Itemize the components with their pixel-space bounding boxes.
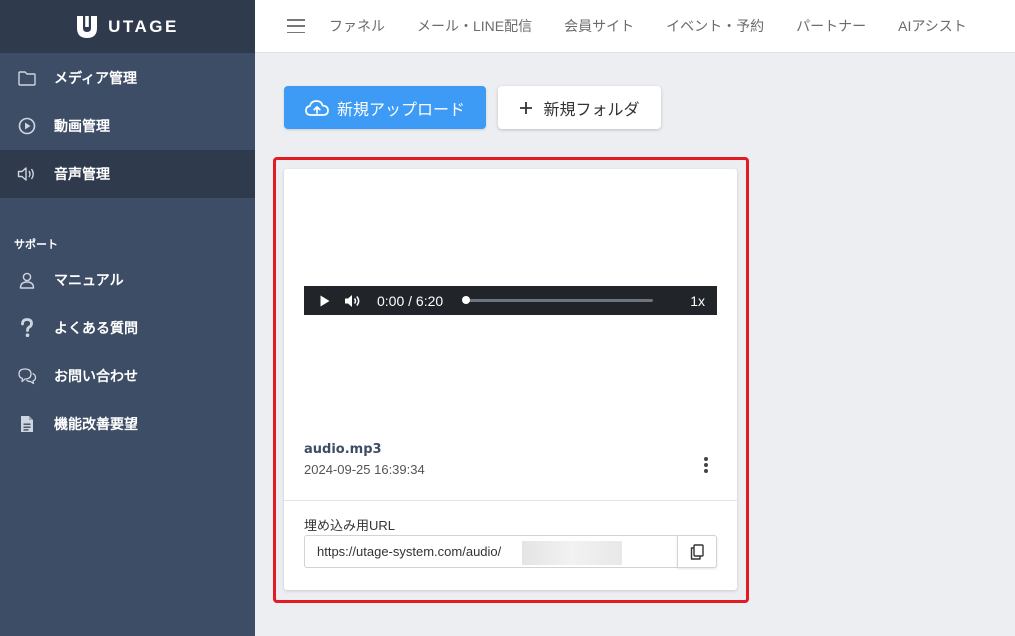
playback-speed[interactable]: 1x <box>690 293 705 309</box>
user-icon <box>16 269 38 291</box>
new-upload-label: 新規アップロード <box>336 99 465 119</box>
nav-funnel[interactable]: ファネル <box>329 16 385 36</box>
progress-thumb[interactable] <box>462 296 471 304</box>
file-date: 2024-09-25 16:39:34 <box>304 462 425 477</box>
more-options-icon[interactable] <box>702 457 710 473</box>
sidebar-item-media[interactable]: メディア管理 <box>0 54 255 102</box>
utage-logo-icon <box>77 15 98 38</box>
nav-partner[interactable]: パートナー <box>796 16 866 36</box>
sidebar-item-label: お問い合わせ <box>54 369 138 385</box>
new-folder-button[interactable]: 新規フォルダ <box>498 86 661 129</box>
logo-bar: UTAGE <box>0 0 255 53</box>
sidebar-item-video[interactable]: 動画管理 <box>0 102 255 150</box>
player-time: 0:00 / 6:20 <box>377 292 444 309</box>
sidebar-item-faq[interactable]: よくある質問 <box>0 304 255 352</box>
play-circle-icon <box>16 115 38 137</box>
sidebar-item-label: 音声管理 <box>54 167 110 183</box>
plus-icon <box>520 101 533 114</box>
new-folder-label: 新規フォルダ <box>543 99 640 119</box>
file-name: audio.mp3 <box>304 442 382 457</box>
play-icon[interactable] <box>320 295 330 307</box>
logo-text: UTAGE <box>108 16 179 36</box>
chat-icon <box>16 365 38 387</box>
question-icon <box>16 317 38 339</box>
sidebar-item-label: 動画管理 <box>54 119 110 135</box>
sidebar-item-audio[interactable]: 音声管理 <box>0 150 255 198</box>
folder-icon <box>16 67 38 89</box>
embed-url-label: 埋め込み用URL <box>304 518 396 533</box>
sidebar-item-label: よくある質問 <box>54 321 138 337</box>
nav-event-booking[interactable]: イベント・予約 <box>666 16 764 36</box>
document-icon <box>16 413 38 435</box>
speaker-icon <box>16 163 38 185</box>
top-nav: ファネル メール・LINE配信 会員サイト イベント・予約 パートナー AIアシ… <box>255 0 1015 53</box>
audio-card: 0:00 / 6:20 1x audio.mp3 2024-09-25 16:3… <box>284 169 737 590</box>
sidebar-item-contact[interactable]: お問い合わせ <box>0 352 255 400</box>
sidebar-item-feature-request[interactable]: 機能改善要望 <box>0 400 255 448</box>
card-divider <box>284 500 737 501</box>
logo[interactable]: UTAGE <box>76 15 179 39</box>
copy-button[interactable] <box>677 535 717 568</box>
progress-bar[interactable] <box>462 296 654 304</box>
nav-ai-assist[interactable]: AIアシスト <box>898 16 967 36</box>
audio-player: 0:00 / 6:20 1x <box>304 286 717 315</box>
volume-icon[interactable] <box>344 294 362 308</box>
hamburger-menu-icon[interactable] <box>287 19 305 33</box>
new-upload-button[interactable]: 新規アップロード <box>284 86 486 129</box>
sidebar-item-manual[interactable]: マニュアル <box>0 256 255 304</box>
sidebar-item-label: メディア管理 <box>54 71 138 87</box>
copy-icon <box>690 543 704 560</box>
sidebar-item-label: マニュアル <box>54 273 124 289</box>
redacted-mask <box>522 541 622 565</box>
cloud-upload-icon <box>305 99 329 116</box>
sidebar-item-label: 機能改善要望 <box>54 417 138 433</box>
nav-member-site[interactable]: 会員サイト <box>564 16 634 36</box>
support-section-label: サポート <box>14 238 58 251</box>
sidebar: UTAGE メディア管理 動画管理 音声管理 サポート マニュアル よくある質問 <box>0 0 255 636</box>
nav-mail-line[interactable]: メール・LINE配信 <box>417 16 532 36</box>
